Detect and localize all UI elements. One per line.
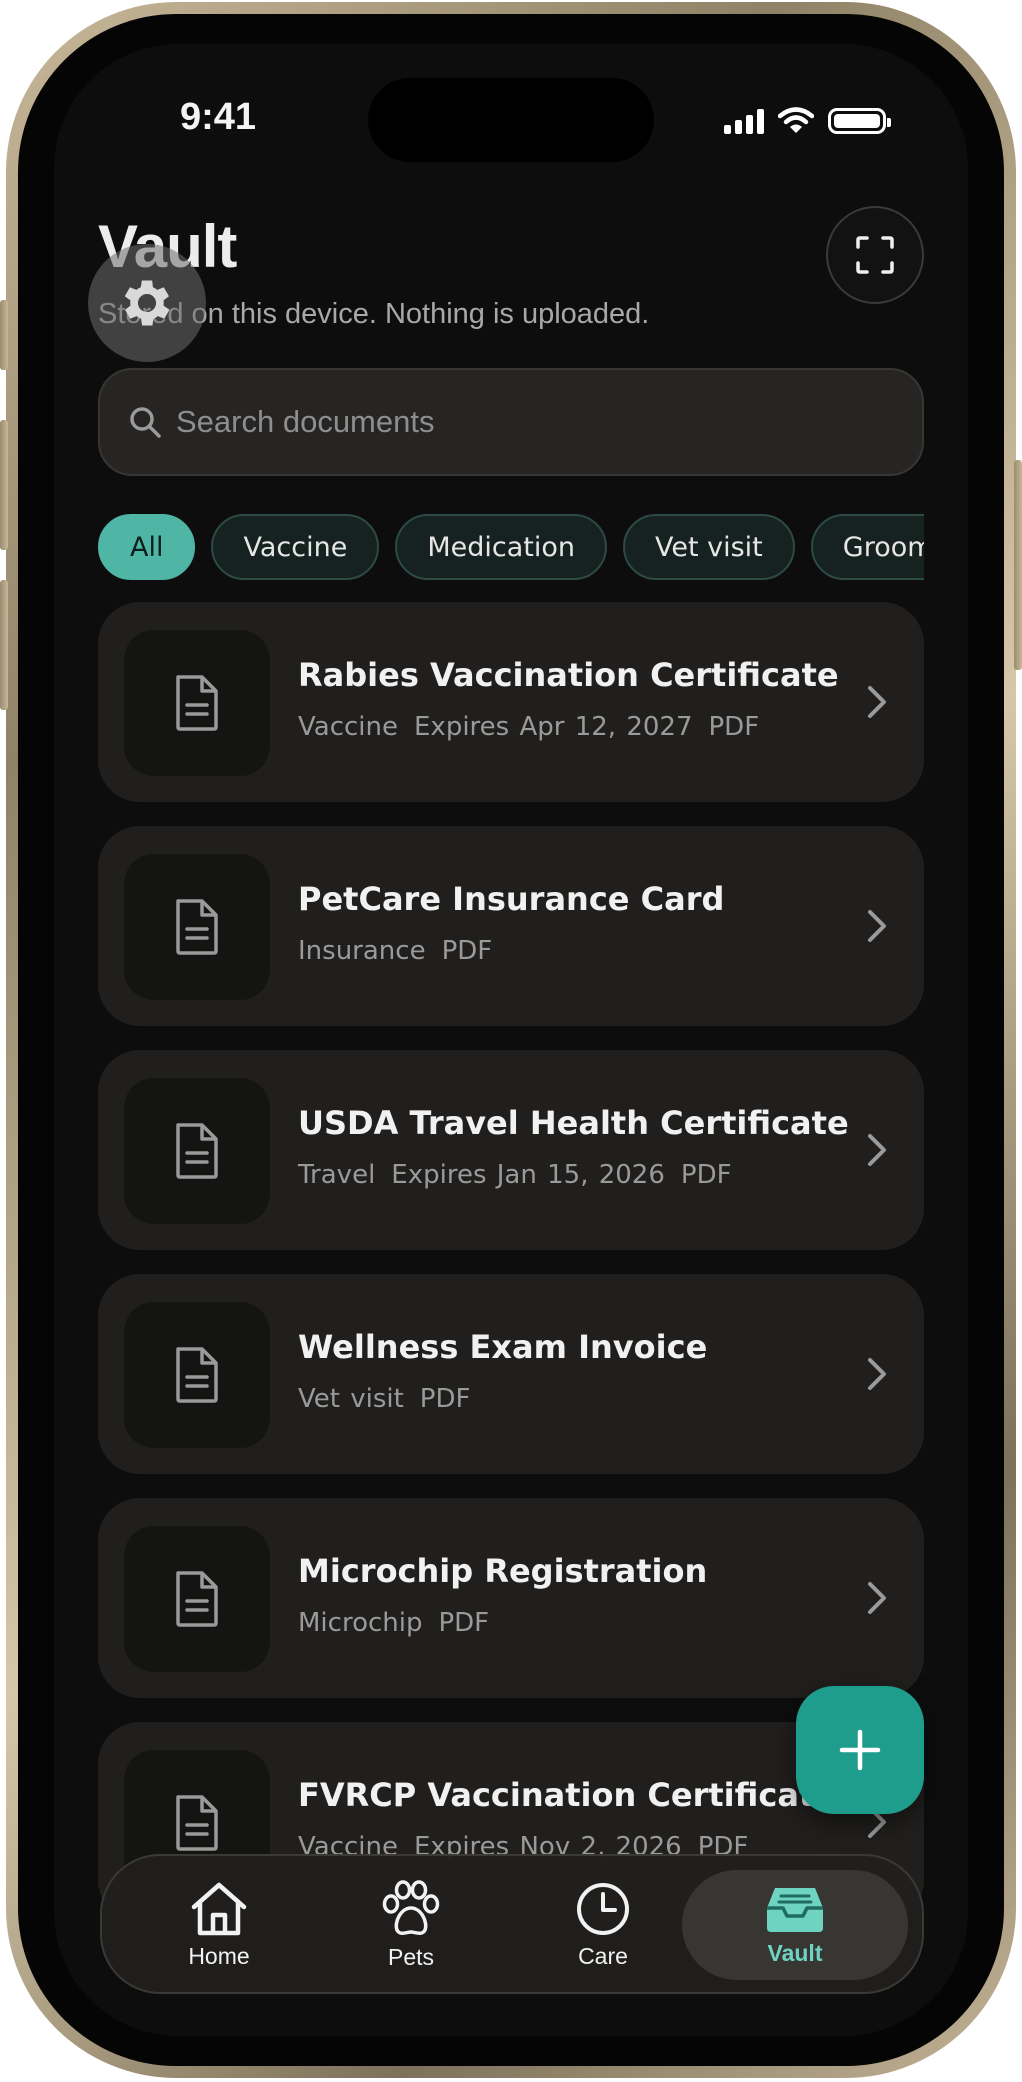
document-icon: [176, 1347, 218, 1403]
document-title: PetCare Insurance Card: [298, 880, 725, 918]
chevron-right-icon: [868, 686, 886, 718]
document-category: Insurance: [298, 936, 426, 966]
document-meta: Vet visit PDF: [298, 1384, 486, 1414]
document-icon: [176, 675, 218, 731]
volume-down-button: [0, 580, 8, 710]
document-meta: Vaccine Expires Apr 12, 2027 PDF: [298, 712, 775, 742]
document-row[interactable]: Microchip Registration Microchip PDF: [98, 1498, 924, 1698]
document-expiry: Expires Apr 12, 2027: [414, 712, 693, 742]
tab-home[interactable]: Home: [126, 1870, 312, 1980]
filter-chips: AllVaccineMedicationVet visitGrooming: [98, 514, 924, 584]
search-input[interactable]: [174, 403, 878, 441]
document-format: PDF: [419, 1384, 471, 1414]
settings-button[interactable]: [88, 244, 206, 362]
document-title: USDA Travel Health Certificate: [298, 1104, 849, 1142]
document-format: PDF: [438, 1608, 490, 1638]
document-title: FVRCP Vaccination Certificate: [298, 1776, 836, 1814]
chevron-right-icon: [868, 1134, 886, 1166]
document-icon: [176, 1795, 218, 1851]
document-meta: Travel Expires Jan 15, 2026 PDF: [298, 1160, 748, 1190]
document-thumbnail: [124, 1526, 270, 1672]
status-time: 9:41: [180, 96, 257, 138]
plus-icon: [839, 1729, 881, 1771]
tab-care[interactable]: Care: [510, 1870, 696, 1980]
document-row[interactable]: Rabies Vaccination Certificate Vaccine Ex…: [98, 602, 924, 802]
tab-label: Pets: [387, 1943, 435, 1970]
document-format: PDF: [708, 712, 760, 742]
document-meta: Insurance PDF: [298, 936, 508, 966]
document-title: Wellness Exam Invoice: [298, 1328, 708, 1366]
document-format: PDF: [680, 1160, 732, 1190]
document-expiry: Expires Jan 15, 2026: [391, 1160, 665, 1190]
filter-chip-vet-visit[interactable]: Vet visit: [622, 514, 795, 580]
home-icon: [191, 1882, 247, 1935]
document-row[interactable]: PetCare Insurance Card Insurance PDF: [98, 826, 924, 1026]
clock-icon: [577, 1882, 629, 1935]
tab-pets[interactable]: Pets: [318, 1870, 504, 1980]
tab-label: Vault: [767, 1939, 823, 1966]
document-format: PDF: [441, 936, 493, 966]
document-title: Microchip Registration: [298, 1552, 708, 1590]
filter-chip-vaccine[interactable]: Vaccine: [211, 514, 380, 580]
battery-icon: [828, 108, 891, 134]
document-title: Rabies Vaccination Certificate: [298, 656, 839, 694]
document-icon: [176, 1123, 218, 1179]
wifi-icon: [778, 107, 814, 133]
filter-chip-all[interactable]: All: [98, 514, 196, 580]
document-thumbnail: [124, 854, 270, 1000]
search-field[interactable]: [98, 368, 924, 476]
document-thumbnail: [124, 1078, 270, 1224]
volume-up-button: [0, 420, 8, 550]
scan-frame-icon: [856, 236, 894, 274]
bottom-tab-bar: Home Pets Care Vault: [100, 1854, 924, 1994]
document-category: Vet visit: [298, 1384, 404, 1414]
document-icon: [176, 1571, 218, 1627]
tab-label: Care: [578, 1942, 628, 1969]
search-icon: [130, 407, 161, 438]
document-thumbnail: [124, 1302, 270, 1448]
document-category: Travel: [298, 1160, 376, 1190]
document-meta: Microchip PDF: [298, 1608, 505, 1638]
document-row[interactable]: USDA Travel Health Certificate Travel Exp…: [98, 1050, 924, 1250]
filter-chip-medication[interactable]: Medication: [395, 514, 607, 580]
tab-label: Home: [188, 1942, 250, 1969]
paw-icon: [382, 1879, 440, 1935]
tab-vault[interactable]: Vault: [682, 1870, 908, 1980]
app-screen: 9:41 Vault Stored on this device. Nothin…: [54, 44, 968, 2036]
scan-document-button[interactable]: [826, 206, 924, 304]
add-document-button[interactable]: [796, 1686, 924, 1814]
chevron-right-icon: [868, 1358, 886, 1390]
document-category: Microchip: [298, 1608, 423, 1638]
document-thumbnail: [124, 630, 270, 776]
chevron-right-icon: [868, 1582, 886, 1614]
document-row[interactable]: Wellness Exam Invoice Vet visit PDF: [98, 1274, 924, 1474]
action-button: [0, 300, 8, 370]
gear-icon: [124, 280, 170, 326]
cellular-signal-icon: [724, 108, 764, 134]
document-icon: [176, 899, 218, 955]
status-icons: [724, 104, 891, 138]
filter-chip-grooming[interactable]: Grooming: [810, 514, 924, 580]
chevron-right-icon: [868, 910, 886, 942]
document-category: Vaccine: [298, 712, 398, 742]
side-button: [1014, 460, 1022, 670]
inbox-tray-icon: [767, 1887, 823, 1932]
dynamic-island: [368, 78, 654, 162]
